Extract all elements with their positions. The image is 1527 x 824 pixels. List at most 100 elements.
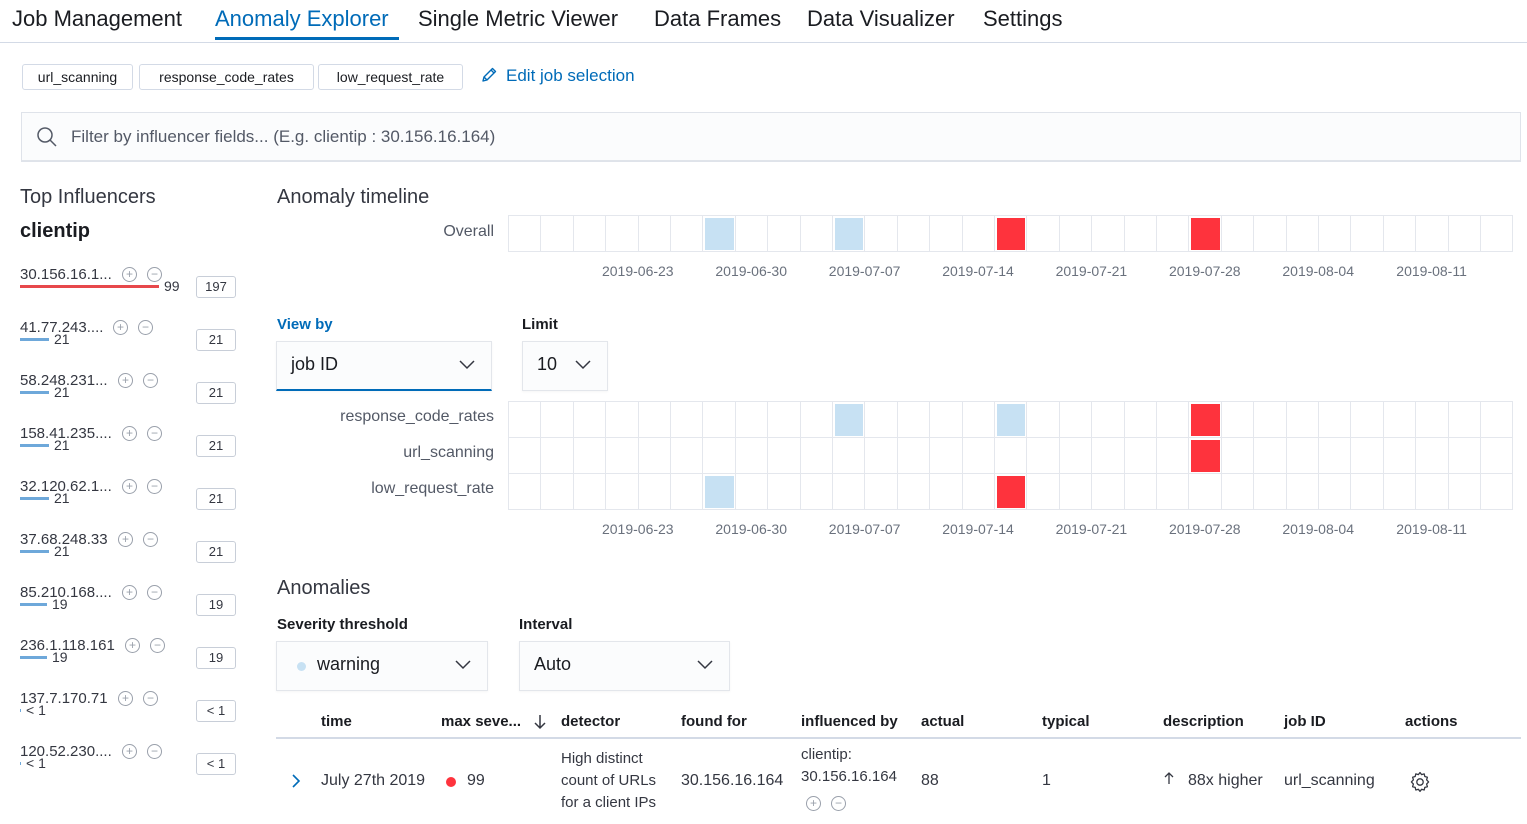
swimlane-cell[interactable] bbox=[1447, 473, 1481, 510]
swimlane-cell[interactable] bbox=[1350, 401, 1384, 438]
swimlane-cell[interactable] bbox=[864, 473, 898, 510]
swimlane-cell[interactable] bbox=[734, 437, 769, 474]
swimlane-cell[interactable] bbox=[1253, 473, 1287, 510]
job-badge-url-scanning[interactable]: url_scanning bbox=[22, 64, 133, 90]
swimlane-cell[interactable] bbox=[961, 215, 995, 252]
swimlane-cell[interactable] bbox=[1447, 437, 1481, 474]
swimlane-cell[interactable] bbox=[896, 401, 931, 438]
swimlane-cell[interactable] bbox=[572, 215, 607, 252]
swimlane-cell[interactable] bbox=[637, 437, 671, 474]
column-header-max-severity[interactable]: max seve... bbox=[441, 713, 521, 730]
swimlane-cell[interactable] bbox=[864, 437, 898, 474]
tab-anomaly-explorer[interactable]: Anomaly Explorer bbox=[215, 6, 389, 32]
swimlane-cell[interactable] bbox=[1058, 437, 1093, 474]
swimlane-cell[interactable] bbox=[1253, 437, 1287, 474]
remove-filter-icon[interactable]: − bbox=[143, 532, 158, 547]
swimlane-cell[interactable] bbox=[1220, 473, 1255, 510]
swimlane-cell[interactable] bbox=[508, 401, 542, 438]
swimlane-cell[interactable] bbox=[767, 437, 801, 474]
swimlane-cell[interactable] bbox=[832, 437, 866, 474]
edit-job-selection-link[interactable]: Edit job selection bbox=[480, 66, 635, 86]
swimlane-cell[interactable] bbox=[637, 473, 671, 510]
swimlane-cell[interactable] bbox=[605, 473, 639, 510]
tab-data-visualizer[interactable]: Data Visualizer bbox=[807, 6, 955, 32]
swimlane-cell[interactable] bbox=[540, 215, 574, 252]
swimlane-cell[interactable] bbox=[1382, 473, 1417, 510]
swimlane-cell[interactable] bbox=[734, 401, 769, 438]
swimlane-cell[interactable] bbox=[670, 437, 704, 474]
swimlane-cell[interactable] bbox=[734, 473, 769, 510]
add-filter-icon[interactable]: + bbox=[122, 585, 137, 600]
tab-single-metric-viewer[interactable]: Single Metric Viewer bbox=[418, 6, 618, 32]
swimlane-cell[interactable] bbox=[1123, 437, 1157, 474]
swimlane-cell[interactable] bbox=[864, 401, 898, 438]
swimlane-cell[interactable] bbox=[1123, 215, 1157, 252]
gear-icon[interactable] bbox=[1409, 771, 1431, 793]
add-filter-icon[interactable]: + bbox=[122, 744, 137, 759]
remove-filter-icon[interactable]: − bbox=[147, 479, 162, 494]
swimlane-cell[interactable] bbox=[767, 401, 801, 438]
swimlane-cell[interactable] bbox=[1447, 215, 1481, 252]
job-badge-response-code-rates[interactable]: response_code_rates bbox=[139, 64, 314, 90]
swimlane-cell[interactable] bbox=[1415, 215, 1449, 252]
swimlane-cell[interactable] bbox=[1480, 437, 1514, 474]
remove-filter-icon[interactable]: − bbox=[147, 267, 162, 282]
swimlane-cell[interactable] bbox=[1026, 401, 1060, 438]
view-by-select[interactable]: job ID bbox=[276, 341, 492, 391]
swimlane-cell[interactable] bbox=[605, 401, 639, 438]
swimlane-cell[interactable] bbox=[637, 215, 671, 252]
swimlane-cell[interactable] bbox=[1188, 473, 1222, 510]
anomaly-cell-critical[interactable] bbox=[997, 476, 1026, 508]
swimlane-cell[interactable] bbox=[572, 401, 607, 438]
swimlane-cell[interactable] bbox=[605, 215, 639, 252]
swimlane-cell[interactable] bbox=[540, 401, 574, 438]
severity-threshold-select[interactable]: warning bbox=[276, 641, 488, 691]
anomaly-cell-critical[interactable] bbox=[1191, 440, 1220, 472]
influencer-row[interactable]: 37.68.248.33 + −21 21 bbox=[20, 531, 240, 581]
swimlane-cell[interactable] bbox=[1350, 215, 1384, 252]
anomaly-cell-low[interactable] bbox=[705, 476, 734, 508]
swimlane-cell[interactable] bbox=[1318, 473, 1352, 510]
swimlane-cell[interactable] bbox=[702, 437, 736, 474]
swimlane-cell[interactable] bbox=[994, 437, 1028, 474]
sort-descending-icon[interactable] bbox=[533, 714, 547, 730]
influencer-row[interactable]: 30.156.16.1... + −99 197 bbox=[20, 266, 240, 316]
swimlane-cell[interactable] bbox=[1026, 215, 1060, 252]
swimlane-cell[interactable] bbox=[1156, 473, 1190, 510]
swimlane-cell[interactable] bbox=[1253, 401, 1287, 438]
remove-filter-icon[interactable]: − bbox=[147, 426, 162, 441]
swimlane-cell[interactable] bbox=[1480, 401, 1514, 438]
column-header-found-for[interactable]: found for bbox=[681, 713, 747, 730]
anomaly-cell-low[interactable] bbox=[835, 404, 864, 436]
swimlane-cell[interactable] bbox=[799, 437, 833, 474]
remove-filter-icon[interactable]: − bbox=[143, 691, 158, 706]
swimlane-cell[interactable] bbox=[1415, 473, 1449, 510]
swimlane-cell[interactable] bbox=[1480, 473, 1514, 510]
swimlane-cell[interactable] bbox=[1123, 473, 1157, 510]
swimlane-label[interactable]: url_scanning bbox=[274, 444, 494, 462]
anomaly-cell-low[interactable] bbox=[705, 218, 734, 250]
influencer-row[interactable]: 85.210.168.... + −19 19 bbox=[20, 584, 240, 634]
job-badge-low-request-rate[interactable]: low_request_rate bbox=[318, 64, 463, 90]
influencer-row[interactable]: 120.52.230.... + − < 1 < 1 bbox=[20, 743, 240, 793]
tab-data-frames[interactable]: Data Frames bbox=[654, 6, 781, 32]
swimlane-cell[interactable] bbox=[1318, 215, 1352, 252]
swimlane-cell[interactable] bbox=[540, 437, 574, 474]
swimlane-cell[interactable] bbox=[1480, 215, 1514, 252]
swimlane-cell[interactable] bbox=[605, 437, 639, 474]
swimlane-cell[interactable] bbox=[1058, 215, 1093, 252]
tab-job-management[interactable]: Job Management bbox=[12, 6, 182, 32]
swimlane-cell[interactable] bbox=[1026, 473, 1060, 510]
swimlane-cell[interactable] bbox=[1091, 401, 1125, 438]
swimlane-cell[interactable] bbox=[670, 215, 704, 252]
search-input[interactable] bbox=[71, 113, 1471, 161]
swimlane-cell[interactable] bbox=[670, 473, 704, 510]
anomaly-cell-critical[interactable] bbox=[1191, 404, 1220, 436]
swimlane-cell[interactable] bbox=[1285, 401, 1319, 438]
swimlane-cell[interactable] bbox=[799, 215, 833, 252]
swimlane-cell[interactable] bbox=[1220, 215, 1255, 252]
swimlane-cell[interactable] bbox=[1318, 401, 1352, 438]
swimlane-cell[interactable] bbox=[670, 401, 704, 438]
swimlane-cell[interactable] bbox=[799, 473, 833, 510]
swimlane-cell[interactable] bbox=[1091, 437, 1125, 474]
